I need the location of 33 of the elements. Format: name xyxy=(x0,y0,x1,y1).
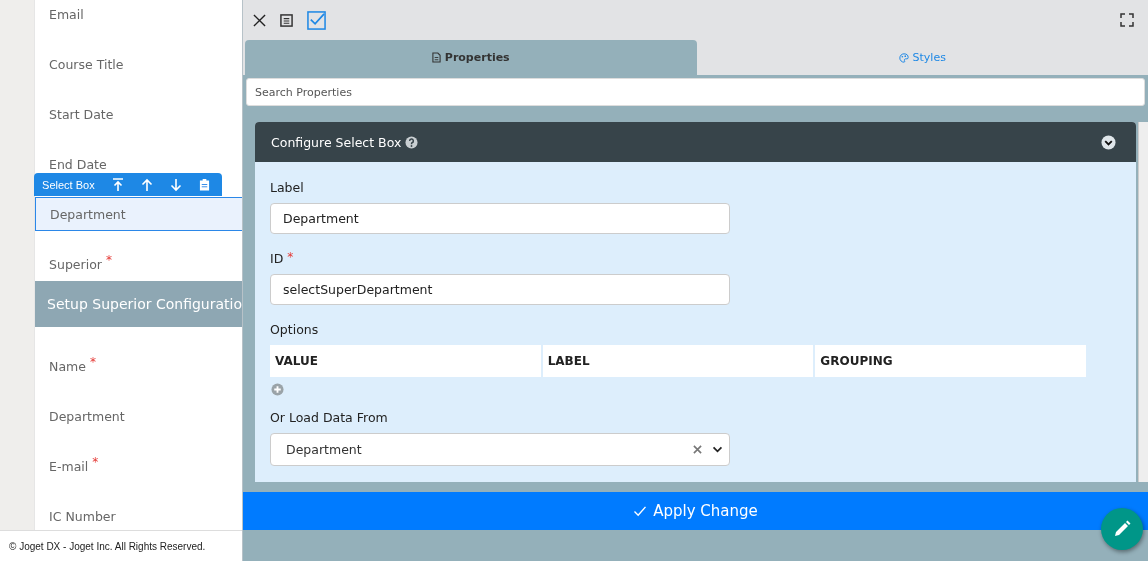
field-label: Department xyxy=(50,206,126,222)
card-header[interactable]: Configure Select Box xyxy=(255,122,1136,162)
field-label: Label xyxy=(270,180,304,195)
field-label: Department xyxy=(49,408,125,424)
field-label: Or Load Data From xyxy=(270,410,388,425)
field-label: ID xyxy=(270,251,284,266)
label-input[interactable]: Department xyxy=(270,203,730,234)
element-type-label: Select Box xyxy=(42,178,95,191)
field-label: E-mail xyxy=(49,458,89,474)
column-header: LABEL xyxy=(542,345,814,377)
field-label: Course Title xyxy=(49,56,124,72)
id-input[interactable]: selectSuperDepartment xyxy=(270,274,730,305)
apply-change-button[interactable]: Apply Change xyxy=(243,492,1148,530)
search-field[interactable]: Search Properties xyxy=(246,78,1145,106)
selected-form-field[interactable]: Department xyxy=(35,197,242,231)
required-marker: * xyxy=(105,254,112,266)
field-label: Superior xyxy=(49,256,102,272)
select-field[interactable]: Department xyxy=(270,433,730,466)
field-label: IC Number xyxy=(49,508,116,524)
required-marker: * xyxy=(89,356,96,368)
card-title: Configure Select Box xyxy=(271,134,402,150)
field-label: End Date xyxy=(49,156,107,172)
field-label: Start Date xyxy=(49,106,114,122)
field-label: Name xyxy=(49,358,86,374)
required-marker: * xyxy=(92,456,99,468)
required-marker: * xyxy=(287,251,294,263)
footer-text: © Joget DX - Joget Inc. All Rights Reserved. xyxy=(0,530,242,561)
field-label: Options xyxy=(270,322,319,337)
column-header: GROUPING xyxy=(815,345,1086,377)
section-title: Setup Superior Configuratio xyxy=(47,296,242,312)
tab[interactable]: Properties xyxy=(245,40,697,75)
field-label: Email xyxy=(49,6,84,22)
column-header: VALUE xyxy=(270,345,541,377)
